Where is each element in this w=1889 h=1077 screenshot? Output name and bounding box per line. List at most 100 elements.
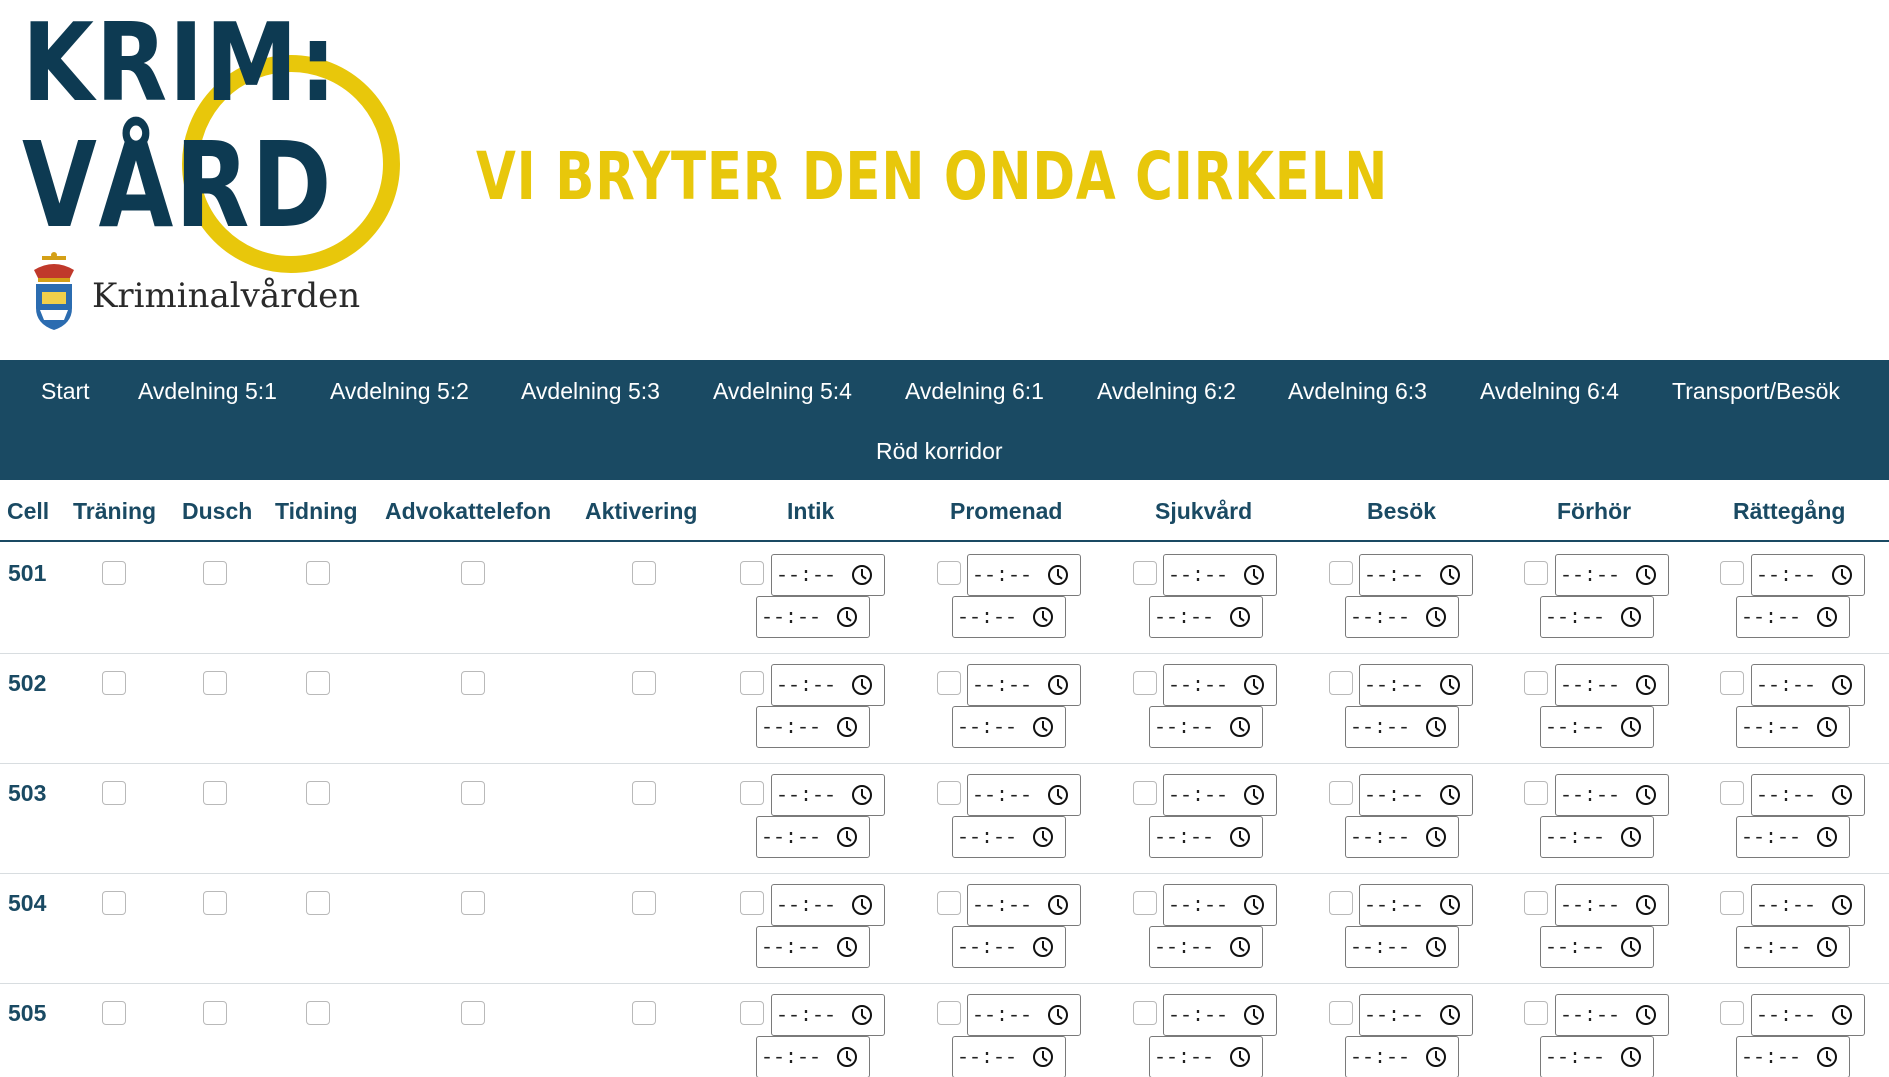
clock-icon[interactable] (1636, 565, 1656, 585)
besok-start-time-input[interactable]: --:-- (1359, 664, 1473, 706)
intik-start-time-input[interactable]: --:-- (771, 774, 885, 816)
clock-icon[interactable] (852, 565, 872, 585)
clock-icon[interactable] (1621, 607, 1641, 627)
clock-icon[interactable] (1440, 1005, 1460, 1025)
sjukvard-checkbox[interactable] (1133, 671, 1157, 695)
aktivering-checkbox[interactable] (632, 1001, 656, 1025)
clock-icon[interactable] (852, 1005, 872, 1025)
forhor-checkbox[interactable] (1524, 891, 1548, 915)
tidning-checkbox[interactable] (306, 781, 330, 805)
clock-icon[interactable] (1426, 607, 1446, 627)
forhor-start-time-input[interactable]: --:-- (1555, 554, 1669, 596)
traning-checkbox[interactable] (102, 781, 126, 805)
clock-icon[interactable] (1426, 937, 1446, 957)
clock-icon[interactable] (1244, 895, 1264, 915)
promenad-start-time-input[interactable]: --:-- (967, 774, 1081, 816)
tidning-checkbox[interactable] (306, 671, 330, 695)
clock-icon[interactable] (1048, 565, 1068, 585)
dusch-checkbox[interactable] (203, 1001, 227, 1025)
clock-icon[interactable] (1230, 827, 1250, 847)
clock-icon[interactable] (1636, 1005, 1656, 1025)
promenad-end-time-input[interactable]: --:-- (952, 1036, 1066, 1077)
promenad-end-time-input[interactable]: --:-- (952, 926, 1066, 968)
aktivering-checkbox[interactable] (632, 781, 656, 805)
nav-item-avdelning-6-3[interactable]: Avdelning 6:3 (1288, 378, 1427, 405)
clock-icon[interactable] (1636, 675, 1656, 695)
aktivering-checkbox[interactable] (632, 671, 656, 695)
advokattelefon-checkbox[interactable] (461, 671, 485, 695)
clock-icon[interactable] (1440, 895, 1460, 915)
intik-start-time-input[interactable]: --:-- (771, 664, 885, 706)
dusch-checkbox[interactable] (203, 561, 227, 585)
clock-icon[interactable] (837, 827, 857, 847)
nav-item-avdelning-5-4[interactable]: Avdelning 5:4 (713, 378, 852, 405)
clock-icon[interactable] (1244, 675, 1264, 695)
clock-icon[interactable] (837, 607, 857, 627)
intik-end-time-input[interactable]: --:-- (756, 596, 870, 638)
clock-icon[interactable] (1230, 607, 1250, 627)
forhor-end-time-input[interactable]: --:-- (1540, 816, 1654, 858)
clock-icon[interactable] (1244, 785, 1264, 805)
intik-checkbox[interactable] (740, 671, 764, 695)
forhor-checkbox[interactable] (1524, 561, 1548, 585)
dusch-checkbox[interactable] (203, 671, 227, 695)
clock-icon[interactable] (1244, 1005, 1264, 1025)
besok-start-time-input[interactable]: --:-- (1359, 994, 1473, 1036)
nav-item-rod-korridor[interactable]: Röd korridor (876, 438, 1003, 465)
promenad-start-time-input[interactable]: --:-- (967, 664, 1081, 706)
besok-checkbox[interactable] (1329, 781, 1353, 805)
besok-end-time-input[interactable]: --:-- (1345, 706, 1459, 748)
tidning-checkbox[interactable] (306, 561, 330, 585)
clock-icon[interactable] (1832, 895, 1852, 915)
besok-checkbox[interactable] (1329, 891, 1353, 915)
forhor-start-time-input[interactable]: --:-- (1555, 774, 1669, 816)
promenad-start-time-input[interactable]: --:-- (967, 884, 1081, 926)
intik-start-time-input[interactable]: --:-- (771, 884, 885, 926)
tidning-checkbox[interactable] (306, 1001, 330, 1025)
advokattelefon-checkbox[interactable] (461, 781, 485, 805)
nav-item-avdelning-5-2[interactable]: Avdelning 5:2 (330, 378, 469, 405)
clock-icon[interactable] (1817, 1047, 1837, 1067)
clock-icon[interactable] (1817, 827, 1837, 847)
rattegang-checkbox[interactable] (1720, 561, 1744, 585)
rattegang-start-time-input[interactable]: --:-- (1751, 554, 1865, 596)
tidning-checkbox[interactable] (306, 891, 330, 915)
rattegang-start-time-input[interactable]: --:-- (1751, 994, 1865, 1036)
traning-checkbox[interactable] (102, 891, 126, 915)
clock-icon[interactable] (1832, 565, 1852, 585)
nav-item-avdelning-6-1[interactable]: Avdelning 6:1 (905, 378, 1044, 405)
clock-icon[interactable] (1817, 937, 1837, 957)
rattegang-checkbox[interactable] (1720, 671, 1744, 695)
sjukvard-end-time-input[interactable]: --:-- (1149, 816, 1263, 858)
besok-end-time-input[interactable]: --:-- (1345, 596, 1459, 638)
besok-start-time-input[interactable]: --:-- (1359, 884, 1473, 926)
rattegang-start-time-input[interactable]: --:-- (1751, 884, 1865, 926)
clock-icon[interactable] (1048, 675, 1068, 695)
clock-icon[interactable] (1033, 827, 1053, 847)
sjukvard-end-time-input[interactable]: --:-- (1149, 706, 1263, 748)
clock-icon[interactable] (837, 1047, 857, 1067)
besok-end-time-input[interactable]: --:-- (1345, 926, 1459, 968)
traning-checkbox[interactable] (102, 671, 126, 695)
forhor-end-time-input[interactable]: --:-- (1540, 596, 1654, 638)
rattegang-checkbox[interactable] (1720, 1001, 1744, 1025)
traning-checkbox[interactable] (102, 561, 126, 585)
sjukvard-checkbox[interactable] (1133, 781, 1157, 805)
clock-icon[interactable] (1440, 785, 1460, 805)
clock-icon[interactable] (837, 937, 857, 957)
clock-icon[interactable] (1426, 717, 1446, 737)
sjukvard-checkbox[interactable] (1133, 891, 1157, 915)
rattegang-checkbox[interactable] (1720, 781, 1744, 805)
rattegang-end-time-input[interactable]: --:-- (1736, 926, 1850, 968)
forhor-checkbox[interactable] (1524, 1001, 1548, 1025)
clock-icon[interactable] (1230, 1047, 1250, 1067)
clock-icon[interactable] (1621, 717, 1641, 737)
rattegang-end-time-input[interactable]: --:-- (1736, 816, 1850, 858)
intik-start-time-input[interactable]: --:-- (771, 994, 885, 1036)
clock-icon[interactable] (1636, 785, 1656, 805)
clock-icon[interactable] (1621, 827, 1641, 847)
aktivering-checkbox[interactable] (632, 891, 656, 915)
clock-icon[interactable] (852, 675, 872, 695)
nav-item-avdelning-5-3[interactable]: Avdelning 5:3 (521, 378, 660, 405)
sjukvard-start-time-input[interactable]: --:-- (1163, 994, 1277, 1036)
